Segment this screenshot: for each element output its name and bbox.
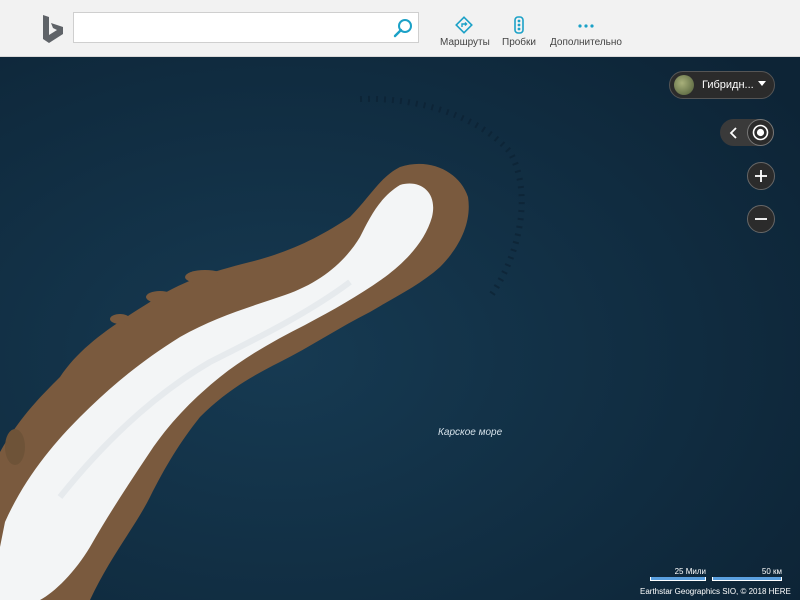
- scale-miles: 25 Мили: [650, 567, 706, 581]
- directions-icon: [455, 16, 473, 34]
- satellite-imagery: [0, 57, 800, 600]
- map-canvas[interactable]: Карское море Гибридн... 25 Мили 50 км Ea…: [0, 57, 800, 600]
- traffic-label: Пробки: [502, 37, 536, 48]
- sea-label: Карское море: [438, 427, 503, 438]
- traffic-icon: [514, 16, 524, 34]
- search-icon[interactable]: [392, 17, 414, 39]
- locate-me-button[interactable]: [747, 119, 774, 146]
- chevron-down-icon: [758, 81, 766, 86]
- directions-button[interactable]: Маршруты: [440, 16, 490, 48]
- more-icon: [578, 24, 594, 28]
- search-box: [73, 12, 419, 43]
- scale-km-label: 50 км: [761, 567, 782, 576]
- zoom-in-button[interactable]: [747, 162, 775, 190]
- chevron-left-icon[interactable]: [724, 123, 744, 143]
- map-style-label: Гибридн...: [702, 79, 754, 91]
- scale-miles-bar: [650, 577, 706, 581]
- more-label: Дополнительно: [550, 37, 622, 48]
- search-input[interactable]: [74, 13, 390, 42]
- bing-logo-icon[interactable]: [40, 14, 66, 44]
- scale-km: 50 км: [712, 567, 782, 581]
- map-attribution: Earthstar Geographics SIO, © 2018 HERE: [640, 587, 791, 596]
- minus-icon: [755, 218, 767, 220]
- map-style-selector[interactable]: Гибридн...: [669, 71, 775, 99]
- zoom-out-button[interactable]: [747, 205, 775, 233]
- top-bar: Маршруты Пробки Дополнительно: [0, 0, 800, 57]
- traffic-button[interactable]: Пробки: [500, 16, 538, 48]
- hybrid-thumbnail-icon: [674, 75, 694, 95]
- locate-icon: [752, 124, 769, 141]
- plus-icon: [755, 170, 767, 182]
- location-control: [720, 119, 774, 146]
- directions-label: Маршруты: [440, 37, 490, 48]
- scale-km-bar: [712, 577, 782, 581]
- more-button[interactable]: Дополнительно: [550, 16, 622, 48]
- scale-miles-label: 25 Мили: [674, 567, 706, 576]
